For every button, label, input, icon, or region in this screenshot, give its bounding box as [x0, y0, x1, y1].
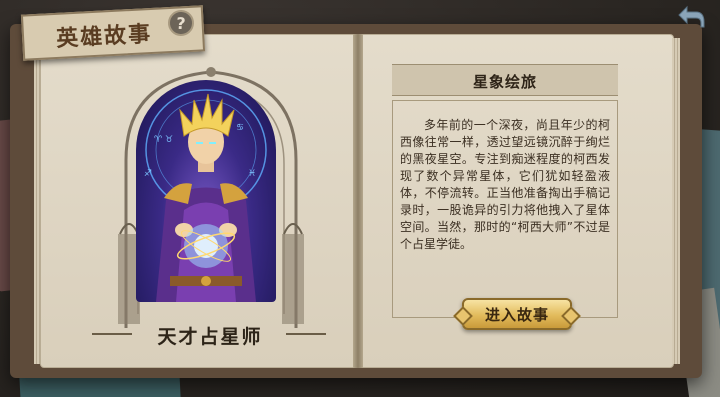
hero-name: 天才占星师 — [157, 326, 263, 348]
chapter-title: 星象绘旅 — [472, 73, 537, 91]
enter-story-label: 进入故事 — [484, 305, 549, 324]
page-edge — [672, 38, 680, 364]
story-text: 多年前的一个深夜，尚且年少的柯西像往常一样，透过望远镜沉醉于绚烂的黑夜星空。专注… — [400, 118, 610, 251]
book-spine — [353, 34, 363, 368]
svg-text:♋: ♋ — [236, 123, 244, 133]
astrologer-illustration: ♈ ♉ ♋ ♐ ♓ — [144, 89, 267, 302]
hero-card-art: ♈ ♉ ♋ ♐ ♓ — [136, 80, 276, 302]
page-title: 英雄故事 — [55, 20, 153, 52]
back-button[interactable] — [676, 4, 706, 30]
name-ornament — [286, 333, 326, 335]
question-icon: ? — [175, 13, 187, 33]
svg-text:♓: ♓ — [248, 169, 256, 179]
svg-text:♐: ♐ — [144, 169, 152, 179]
svg-text:♈ ♉: ♈ ♉ — [154, 135, 173, 145]
back-arrow-icon — [678, 5, 705, 28]
enter-story-button[interactable]: 进入故事 — [462, 298, 572, 330]
